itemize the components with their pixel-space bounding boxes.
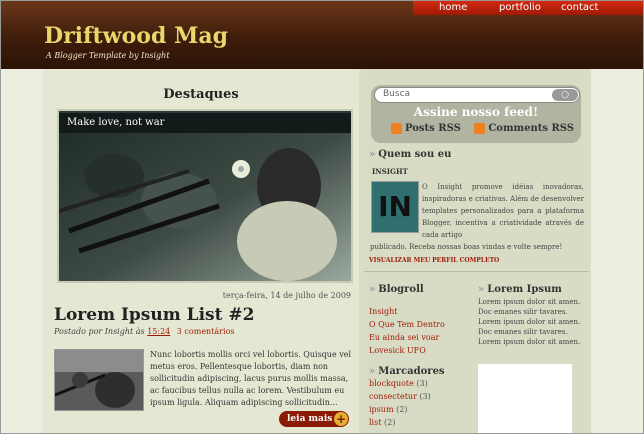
feed-links: Posts RSS Comments RSS <box>391 123 574 134</box>
post-thumbnail[interactable] <box>54 349 144 411</box>
label-link[interactable]: consectetur <box>369 392 417 401</box>
labels-list: blockquote (3) consectetur (3) ipsum (2)… <box>369 377 431 429</box>
chevron-icon: » <box>478 284 485 295</box>
nav-contact-link[interactable]: contact <box>561 2 598 13</box>
chevron-icon: » <box>369 284 376 295</box>
nav-portfolio-link[interactable]: portfolio <box>499 2 541 13</box>
blogroll-link[interactable]: Eu ainda sei voar <box>369 331 445 344</box>
chevron-icon: » <box>369 366 376 377</box>
rss-icon <box>391 123 402 134</box>
post-time-link[interactable]: 15:24 <box>147 327 170 336</box>
about-text-continued: publicado. Receba nossas boas vindas e v… <box>370 243 563 251</box>
main-column: Destaques Make love, not war terça-feira… <box>43 69 359 433</box>
site-header: home portfolio contact Driftwood Mag A B… <box>1 1 643 69</box>
featured-heading: Destaques <box>163 87 239 102</box>
blogroll-link[interactable]: O Que Tem Dentro <box>369 318 445 331</box>
site-title[interactable]: Driftwood Mag <box>44 23 228 49</box>
post-title[interactable]: Lorem Ipsum List #2 <box>54 305 254 325</box>
label-count: (2) <box>383 418 396 427</box>
read-more-button[interactable]: leia mais + <box>279 411 349 427</box>
browser-page: home portfolio contact Driftwood Mag A B… <box>0 0 644 434</box>
lorem-text: Lorem ipsum dolor sit amen. Doc emanes s… <box>478 298 581 346</box>
label-count: (3) <box>419 392 431 401</box>
post-date: terça-feira, 14 de julho de 2009 <box>222 291 351 300</box>
left-margin <box>1 69 43 433</box>
lorem-title: » Lorem Ipsum <box>478 284 562 295</box>
posts-rss-link[interactable]: Posts RSS <box>405 123 461 134</box>
blogroll-list: Insight O Que Tem Dentro Eu ainda sei vo… <box>369 305 445 357</box>
post-author: Postado por Insight às <box>54 327 145 336</box>
feed-title: Assine nosso feed! <box>413 105 539 119</box>
featured-caption: Make love, not war <box>59 113 351 133</box>
label-link[interactable]: list <box>369 418 381 427</box>
protest-photo <box>59 111 351 281</box>
blogroll-link[interactable]: Insight <box>369 305 445 318</box>
chevron-icon: » <box>369 149 376 160</box>
about-text: O Insight promove idéias inovadoras, ins… <box>422 183 584 239</box>
labels-title: » Marcadores <box>369 366 445 377</box>
ad-placeholder <box>478 364 572 433</box>
label-link[interactable]: ipsum <box>369 405 394 414</box>
search-input[interactable]: Busca ○ <box>374 87 580 103</box>
post-excerpt: Nunc lobortis mollis orci vel lobortis. … <box>150 350 352 407</box>
blogroll-title: » Blogroll <box>369 284 424 295</box>
rss-icon <box>474 123 486 134</box>
label-count: (3) <box>416 379 428 388</box>
post-meta: Postado por Insight às 15:24 3 comentári… <box>54 327 235 336</box>
sidebar: Busca ○ Assine nosso feed! Posts RSS Com… <box>364 69 589 433</box>
nav-home-link[interactable]: home <box>439 2 467 13</box>
plus-icon: + <box>334 412 348 426</box>
featured-image[interactable]: Make love, not war <box>57 109 353 283</box>
about-title: » Quem sou eu <box>369 149 452 160</box>
thumbnail-photo <box>55 350 143 410</box>
label-link[interactable]: blockquote <box>369 379 414 388</box>
site-subtitle: A Blogger Template by Insight <box>46 51 170 60</box>
search-feed-box: Busca ○ Assine nosso feed! Posts RSS Com… <box>371 85 581 143</box>
post-comments-link[interactable]: 3 comentários <box>177 327 235 336</box>
divider <box>364 271 589 272</box>
avatar[interactable]: IN <box>371 181 419 233</box>
top-navigation: home portfolio contact <box>413 1 643 15</box>
read-more-label: leia mais <box>287 414 333 424</box>
profile-link[interactable]: VISUALIZAR MEU PERFIL COMPLETO <box>369 257 499 264</box>
about-name: INSIGHT <box>372 167 408 176</box>
right-margin <box>591 69 643 433</box>
search-placeholder: Busca <box>383 89 411 99</box>
search-icon[interactable]: ○ <box>552 89 578 101</box>
blogroll-link[interactable]: Lovesick UFO <box>369 344 445 357</box>
comments-rss-link[interactable]: Comments RSS <box>488 123 574 134</box>
label-count: (2) <box>396 405 408 414</box>
